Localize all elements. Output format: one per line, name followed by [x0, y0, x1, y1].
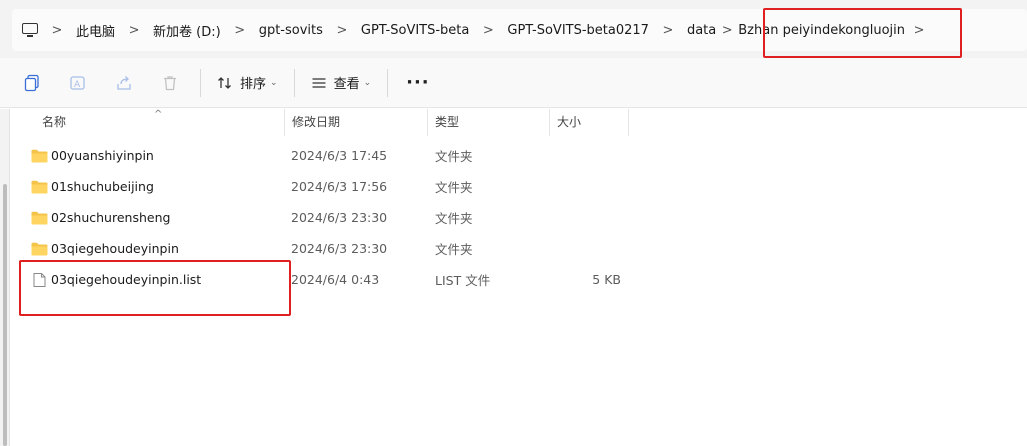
column-header-type[interactable]: 类型	[428, 109, 550, 136]
file-date: 2024/6/3 23:30	[291, 241, 388, 256]
chevron-right-icon[interactable]: >	[323, 23, 361, 38]
file-name: 02shuchurensheng	[51, 210, 171, 225]
file-date: 2024/6/3 17:56	[291, 179, 388, 194]
list-item[interactable]: 03qiegehoudeyinpin 2024/6/3 23:30 文件夹	[20, 233, 630, 264]
toolbar-divider	[293, 68, 295, 97]
chevron-right-icon[interactable]: >	[38, 23, 76, 38]
copy-icon[interactable]	[14, 67, 50, 99]
file-date: 2024/6/4 0:43	[291, 272, 380, 287]
breadcrumb-item-drive-d[interactable]: 新加卷 (D:)	[153, 9, 221, 51]
folder-icon	[31, 211, 48, 224]
file-name: 00yuanshiyinpin	[51, 148, 154, 163]
list-item[interactable]: 02shuchurensheng 2024/6/3 23:30 文件夹	[20, 202, 630, 233]
file-name: 03qiegehoudeyinpin	[51, 241, 179, 256]
file-type: 文件夹	[435, 180, 473, 195]
file-type: 文件夹	[435, 242, 473, 257]
computer-icon[interactable]	[22, 23, 38, 37]
toolbar-divider	[387, 68, 389, 97]
column-label-size: 大小	[557, 115, 582, 129]
scrollbar[interactable]	[0, 109, 10, 446]
view-button[interactable]: 查看 ⌄	[303, 67, 380, 99]
list-item[interactable]: 03qiegehoudeyinpin.list 2024/6/4 0:43 LI…	[20, 264, 630, 295]
folder-icon	[31, 149, 48, 162]
view-label: 查看	[333, 77, 360, 92]
column-header-name[interactable]: ^ 名称	[20, 109, 285, 136]
file-name: 01shuchubeijing	[51, 179, 154, 194]
chevron-right-icon[interactable]: >	[115, 23, 153, 38]
share-icon[interactable]	[106, 67, 142, 99]
chevron-right-icon[interactable]: >	[221, 23, 259, 38]
file-list: ^ 名称 修改日期 类型 大小 00yuanshiyinpin 2024/6/3…	[0, 109, 1027, 446]
column-header: ^ 名称 修改日期 类型 大小	[20, 109, 629, 136]
delete-icon[interactable]	[152, 67, 188, 99]
file-name: 03qiegehoudeyinpin.list	[51, 272, 202, 287]
address-bar: > 此电脑 > 新加卷 (D:) > gpt-sovits > GPT-SoVI…	[0, 0, 1027, 58]
breadcrumb-item-gpt-sovits[interactable]: gpt-sovits	[259, 9, 323, 51]
column-label-date: 修改日期	[292, 115, 341, 129]
folder-icon	[31, 242, 48, 255]
svg-text:A: A	[74, 80, 81, 90]
breadcrumb-item-current-folder[interactable]: Bzhan peiyindekongluojin	[738, 9, 905, 51]
column-label-type: 类型	[435, 115, 460, 129]
file-type: 文件夹	[435, 211, 473, 226]
sort-ascending-icon: ^	[154, 109, 163, 120]
file-date: 2024/6/3 23:30	[291, 210, 388, 225]
chevron-right-icon[interactable]: >	[716, 23, 738, 38]
chevron-right-icon[interactable]: >	[469, 23, 507, 38]
chevron-down-icon: ⌄	[363, 77, 372, 88]
breadcrumb-item-data[interactable]: data	[687, 9, 716, 51]
column-header-size[interactable]: 大小	[550, 109, 629, 136]
folder-icon	[31, 180, 48, 193]
chevron-right-icon[interactable]: >	[649, 23, 687, 38]
scrollbar-thumb[interactable]	[3, 184, 7, 446]
column-header-date[interactable]: 修改日期	[285, 109, 428, 136]
breadcrumb-item-this-pc[interactable]: 此电脑	[76, 9, 115, 51]
file-icon	[33, 272, 46, 287]
list-item[interactable]: 01shuchubeijing 2024/6/3 17:56 文件夹	[20, 171, 630, 202]
view-list-icon	[312, 77, 326, 88]
sort-button[interactable]: 排序 ⌄	[209, 67, 286, 99]
column-label-name: 名称	[42, 115, 67, 129]
chevron-down-icon: ⌄	[270, 77, 278, 88]
sort-icon	[218, 76, 231, 89]
rename-icon[interactable]: A	[60, 67, 96, 99]
file-size: 5 KB	[592, 272, 621, 287]
more-options-button[interactable]: ···	[396, 72, 440, 93]
breadcrumb-item-gpt-sovits-beta0217[interactable]: GPT-SoVITS-beta0217	[507, 9, 649, 51]
file-date: 2024/6/3 17:45	[291, 148, 388, 163]
sort-label: 排序	[240, 77, 267, 92]
list-item[interactable]: 00yuanshiyinpin 2024/6/3 17:45 文件夹	[20, 140, 630, 171]
toolbar-divider	[200, 68, 201, 97]
breadcrumb: > 此电脑 > 新加卷 (D:) > gpt-sovits > GPT-SoVI…	[12, 9, 1027, 51]
file-type: 文件夹	[435, 149, 473, 164]
breadcrumb-item-gpt-sovits-beta[interactable]: GPT-SoVITS-beta	[361, 9, 469, 51]
chevron-right-icon[interactable]: >	[905, 23, 933, 38]
file-type: LIST 文件	[435, 273, 491, 288]
